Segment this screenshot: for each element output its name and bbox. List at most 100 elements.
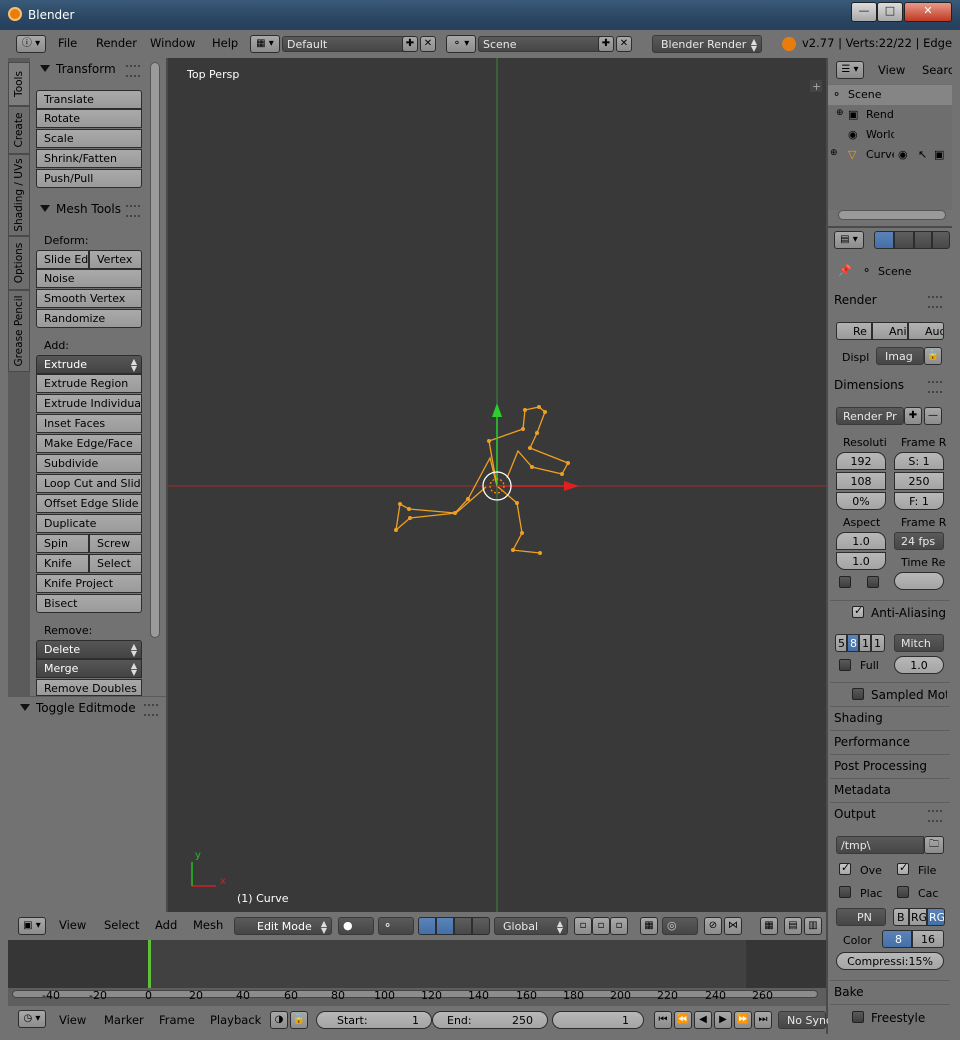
tab-tools[interactable]: Tools — [8, 62, 30, 106]
orientation-select[interactable]: Global ▲ ▼ — [494, 917, 568, 935]
cache-result-checkbox[interactable] — [897, 886, 909, 898]
knife-project-button[interactable]: Knife Project — [36, 574, 142, 593]
play-reverse-icon[interactable]: ◀ — [694, 1011, 712, 1029]
knife-button[interactable]: Knife — [36, 554, 89, 573]
color-rgba-button[interactable]: RG — [927, 908, 945, 926]
lock-icon[interactable]: 🔒 — [290, 1011, 308, 1029]
resolution-x-field[interactable]: 192 — [836, 452, 886, 470]
folder-icon[interactable]: 🗀 — [924, 836, 944, 854]
translate-button[interactable]: Translate — [36, 90, 142, 109]
editor-type-icon[interactable]: ▣ ▾ — [18, 917, 46, 935]
expand-icon[interactable]: ⊕ — [830, 148, 838, 158]
render-preview-icon[interactable]: ▤ — [784, 917, 802, 935]
visibility-eye-icon[interactable]: ◉ — [898, 148, 908, 161]
aspect-y-field[interactable]: 1.0 — [836, 552, 886, 570]
screen-layout-field[interactable]: Default — [282, 36, 408, 52]
toggle-editmode-header[interactable]: Toggle Editmode — [20, 698, 150, 718]
viewport-menu-select[interactable]: Select — [104, 916, 139, 934]
loop-cut-slide-button[interactable]: Loop Cut and Slide — [36, 474, 142, 493]
panel-grip-icon[interactable] — [928, 810, 942, 822]
post-processing-panel-header[interactable]: Post Processing — [834, 756, 946, 776]
panel-grip-icon[interactable] — [928, 296, 942, 308]
noise-button[interactable]: Noise — [36, 269, 142, 288]
play-icon[interactable]: ▶ — [714, 1011, 732, 1029]
extrude-menu[interactable]: Extrude ▲ ▼ — [36, 355, 142, 374]
render-tab-icon[interactable] — [874, 231, 894, 249]
remove-layout-icon[interactable]: ✕ — [420, 36, 436, 52]
color-bw-button[interactable]: B — [893, 908, 909, 926]
scale-manipulator-icon[interactable] — [472, 917, 490, 935]
inset-faces-button[interactable]: Inset Faces — [36, 414, 142, 433]
maximize-button[interactable]: □ — [877, 2, 903, 22]
tab-create[interactable]: Create — [8, 106, 30, 154]
smooth-vertex-button[interactable]: Smooth Vertex — [36, 289, 142, 308]
current-frame-marker[interactable] — [148, 940, 151, 988]
start-frame-field[interactable]: Start: 1 — [316, 1011, 432, 1029]
extrude-region-button[interactable]: Extrude Region — [36, 374, 142, 393]
transform-panel-header[interactable]: Transform — [40, 59, 140, 79]
snap-toggle-icon[interactable]: ⊘ — [704, 917, 722, 935]
remove-scene-icon[interactable]: ✕ — [616, 36, 632, 52]
screen-layout-icon[interactable]: ▦ ▾ — [250, 35, 280, 53]
render-audio-button[interactable]: Aud — [908, 322, 944, 340]
snap-target-icon[interactable]: ▦ — [760, 917, 778, 935]
add-preset-icon[interactable]: ✚ — [904, 407, 922, 425]
delete-menu[interactable]: Delete ▲ ▼ — [36, 640, 142, 659]
vertex-slide-button[interactable]: Vertex — [89, 250, 142, 269]
aspect-x-field[interactable]: 1.0 — [836, 532, 886, 550]
scene-field[interactable]: Scene — [478, 36, 604, 52]
render-engine-select[interactable]: Blender Render ▲ ▼ — [652, 35, 762, 53]
scene-tab-icon[interactable] — [914, 231, 932, 249]
end-frame-field[interactable]: End: 250 — [432, 1011, 548, 1029]
merge-menu[interactable]: Merge ▲ ▼ — [36, 659, 142, 678]
info-editor-icon[interactable]: ⓘ ▾ — [16, 35, 46, 53]
spin-button[interactable]: Spin — [36, 534, 89, 553]
panel-grip-icon[interactable] — [126, 205, 140, 217]
outliner-editor-icon[interactable]: ☰ ▾ — [836, 61, 864, 79]
outliner-menu-search[interactable]: Search — [922, 61, 952, 79]
sync-select[interactable]: No Sync — [778, 1011, 832, 1029]
color-depth-8-button[interactable]: 8 — [882, 930, 912, 948]
offset-edge-slide-button[interactable]: Offset Edge Slide — [36, 494, 142, 513]
aa-samples-8[interactable]: 8 — [847, 634, 859, 652]
freestyle-checkbox[interactable] — [852, 1011, 864, 1023]
render-presets-select[interactable]: Render Pr — [836, 407, 904, 425]
outliner-row-world[interactable]: ◉ World — [828, 125, 952, 145]
menu-render[interactable]: Render — [96, 34, 137, 52]
frame-step-field[interactable]: F: 1 — [894, 492, 944, 510]
file-extensions-checkbox[interactable]: ✓ — [897, 861, 909, 875]
add-layout-icon[interactable]: ✚ — [402, 36, 418, 52]
remove-doubles-button[interactable]: Remove Doubles — [36, 679, 142, 696]
outliner-row-curve[interactable]: ⊕ ▽ Curve ◉ ↖ ▣ — [828, 145, 952, 165]
frame-start-field[interactable]: S: 1 — [894, 452, 944, 470]
tab-grease-pencil[interactable]: Grease Pencil — [8, 290, 30, 372]
tab-options[interactable]: Options — [8, 236, 30, 290]
performance-panel-header[interactable]: Performance — [834, 732, 946, 752]
bake-panel-header[interactable]: Bake — [834, 982, 946, 1002]
translate-manipulator-icon[interactable] — [436, 917, 454, 935]
timeline-menu-view[interactable]: View — [59, 1011, 86, 1029]
scale-button[interactable]: Scale — [36, 129, 142, 148]
lock-interface-icon[interactable]: 🔒 — [924, 347, 942, 365]
face-select-icon[interactable]: ▫ — [610, 917, 628, 935]
time-remap-field[interactable] — [894, 572, 944, 590]
shading-panel-header[interactable]: Shading — [834, 708, 946, 728]
properties-editor-icon[interactable]: ▤ ▾ — [834, 231, 864, 249]
render-animation-button[interactable]: Ani — [872, 322, 908, 340]
border-checkbox[interactable] — [839, 576, 851, 588]
anti-aliasing-checkbox[interactable]: ✓ — [852, 604, 864, 618]
outliner-menu-view[interactable]: View — [878, 61, 905, 79]
panel-grip-icon[interactable] — [144, 704, 158, 716]
aa-filter-select[interactable]: Mitch — [894, 634, 944, 652]
display-select[interactable]: Imag — [876, 347, 924, 365]
aa-filter-size-field[interactable]: 1.0 — [894, 656, 944, 674]
prev-keyframe-icon[interactable]: ⏪ — [674, 1011, 692, 1029]
renderable-camera-icon[interactable]: ▣ — [934, 148, 944, 161]
timeline-menu-marker[interactable]: Marker — [104, 1011, 144, 1029]
mesh-tools-panel-header[interactable]: Mesh Tools — [40, 199, 140, 219]
placeholders-checkbox[interactable] — [839, 886, 851, 898]
menu-file[interactable]: File — [58, 34, 77, 52]
sampled-motion-checkbox[interactable] — [852, 688, 864, 700]
subdivide-button[interactable]: Subdivide — [36, 454, 142, 473]
manipulator-toggle-icon[interactable] — [418, 917, 436, 935]
